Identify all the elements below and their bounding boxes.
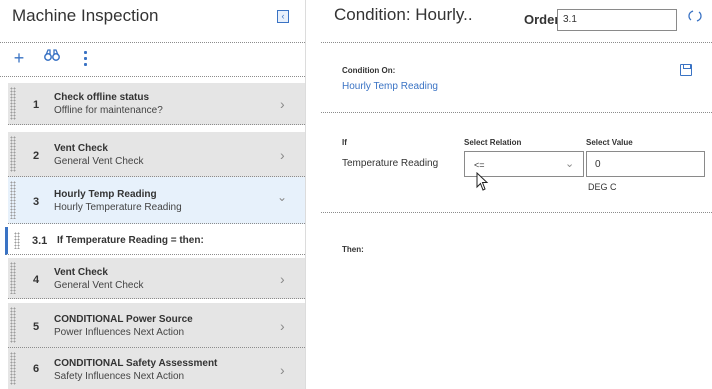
- refresh-icon[interactable]: [688, 10, 702, 25]
- collapse-panel-icon[interactable]: ‹: [277, 10, 289, 23]
- section-divider: [321, 112, 712, 113]
- relation-selected-value: <=: [474, 160, 485, 170]
- save-icon[interactable]: [680, 64, 692, 76]
- header-divider: [0, 42, 305, 43]
- step-subtitle: Safety Influences Next Action: [54, 371, 185, 382]
- chevron-right-icon[interactable]: ›: [280, 96, 285, 112]
- step-title: Hourly Temp Reading: [54, 189, 157, 200]
- toolbar-divider: [0, 76, 305, 77]
- step-subtitle: Offline for maintenance?: [54, 105, 163, 116]
- field-name-label: Temperature Reading: [342, 158, 439, 169]
- step-number: 5: [33, 321, 40, 333]
- steps-toolbar: +: [0, 48, 305, 72]
- chevron-down-icon: ⌄: [565, 158, 575, 170]
- chevron-right-icon[interactable]: ›: [280, 271, 285, 287]
- chevron-right-icon[interactable]: ›: [280, 147, 285, 163]
- steps-panel-header: Machine Inspection ‹: [0, 0, 305, 40]
- panel-title: Machine Inspection: [12, 6, 159, 25]
- select-relation-header: Select Relation: [464, 138, 522, 147]
- step-number: 6: [33, 363, 40, 375]
- step-item-3[interactable]: 3 Hourly Temp Reading Hourly Temperature…: [8, 177, 305, 224]
- steps-panel: Machine Inspection ‹ + 1 Check offline s…: [0, 0, 305, 389]
- step-title: Check offline status: [54, 92, 150, 103]
- step-subtitle: Hourly Temperature Reading: [54, 202, 182, 213]
- order-input[interactable]: 3.1: [557, 9, 677, 31]
- vertical-ellipsis-icon[interactable]: [80, 48, 90, 70]
- section-divider: [321, 212, 712, 213]
- chevron-right-icon[interactable]: ›: [280, 318, 285, 334]
- step-title: Vent Check: [54, 143, 108, 154]
- chevron-down-icon[interactable]: ⌄: [277, 190, 287, 204]
- header-divider: [321, 42, 712, 43]
- condition-title: Condition: Hourly..: [334, 5, 473, 24]
- step-item-5[interactable]: 5 CONDITIONAL Power Source Power Influen…: [8, 303, 305, 348]
- step-number: 2: [33, 150, 40, 162]
- step-item-6[interactable]: 6 CONDITIONAL Safety Assessment Safety I…: [8, 348, 305, 389]
- drag-handle-icon[interactable]: [10, 87, 16, 120]
- condition-panel: Condition: Hourly.. Order 3.1 Condition …: [306, 0, 712, 389]
- binoculars-icon[interactable]: [44, 48, 60, 70]
- step-item-1[interactable]: 1 Check offline status Offline for maint…: [8, 83, 305, 125]
- step-title: CONDITIONAL Safety Assessment: [54, 358, 218, 369]
- drag-handle-icon[interactable]: [10, 307, 16, 343]
- step-subtitle: Power Influences Next Action: [54, 327, 185, 338]
- step-item-2[interactable]: 2 Vent Check General Vent Check ›: [8, 132, 305, 177]
- value-input[interactable]: 0: [586, 151, 705, 177]
- step-number: 3: [33, 196, 40, 208]
- drag-handle-icon[interactable]: [14, 232, 20, 249]
- then-label: Then:: [342, 245, 364, 254]
- if-label: If: [342, 138, 347, 147]
- mouse-pointer-icon: [476, 172, 489, 191]
- substep-item-3-1[interactable]: 3.1 If Temperature Reading = then:: [5, 227, 305, 255]
- drag-handle-icon[interactable]: [10, 181, 16, 219]
- unit-label: DEG C: [588, 182, 617, 192]
- condition-on-link[interactable]: Hourly Temp Reading: [342, 81, 438, 92]
- drag-handle-icon[interactable]: [10, 136, 16, 172]
- step-item-4[interactable]: 4 Vent Check General Vent Check ›: [8, 258, 305, 299]
- step-title: CONDITIONAL Power Source: [54, 314, 193, 325]
- substep-title: If Temperature Reading = then:: [57, 235, 204, 246]
- drag-handle-icon[interactable]: [10, 352, 16, 385]
- step-title: Vent Check: [54, 267, 108, 278]
- step-subtitle: General Vent Check: [54, 156, 144, 167]
- substep-number: 3.1: [32, 235, 48, 247]
- plus-icon[interactable]: +: [12, 48, 26, 70]
- order-label: Order: [524, 12, 560, 27]
- chevron-right-icon[interactable]: ›: [280, 362, 285, 378]
- condition-on-label: Condition On:: [342, 66, 396, 75]
- select-value-header: Select Value: [586, 138, 633, 147]
- step-subtitle: General Vent Check: [54, 280, 144, 291]
- drag-handle-icon[interactable]: [10, 262, 16, 294]
- step-number: 4: [33, 274, 40, 286]
- step-number: 1: [33, 99, 40, 111]
